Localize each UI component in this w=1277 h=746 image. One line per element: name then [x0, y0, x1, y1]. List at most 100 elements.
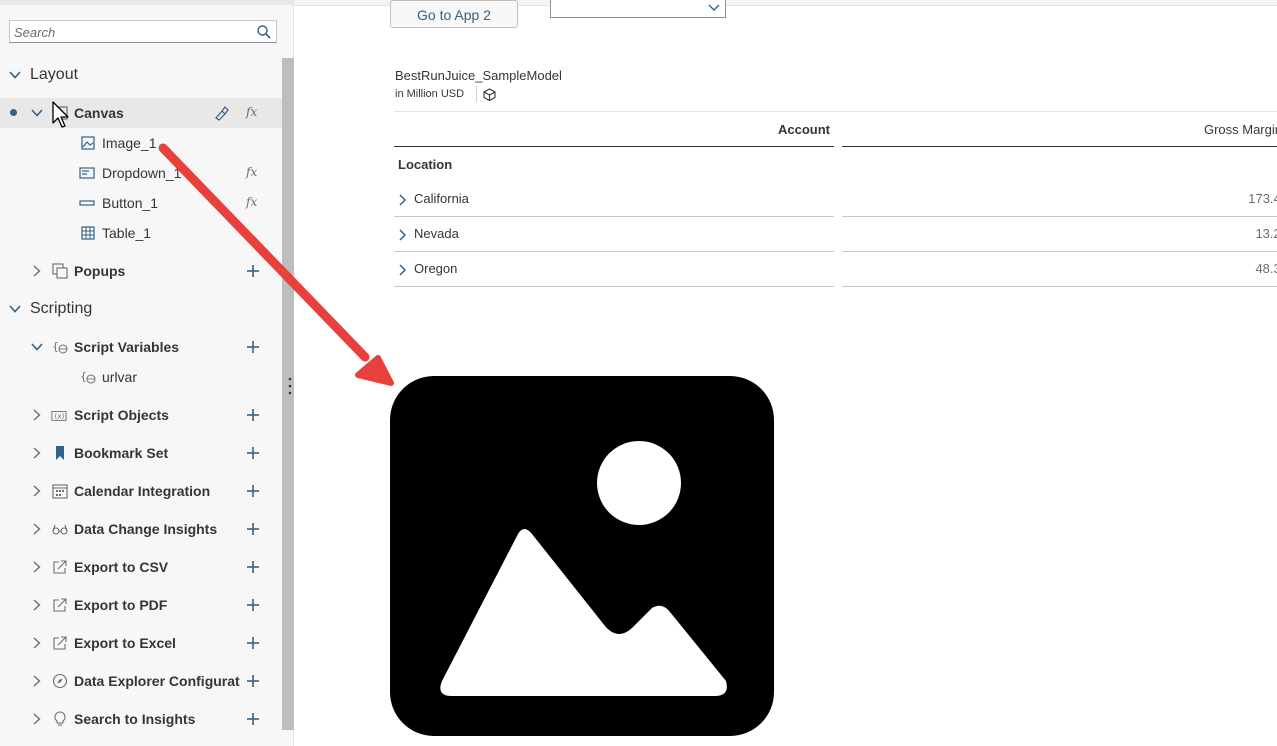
section-layout-label: Layout — [30, 66, 79, 83]
cell-value: 48.30 — [1255, 261, 1277, 276]
export-icon — [53, 636, 67, 650]
svg-text:(x): (x) — [55, 412, 65, 421]
tree-item-label: Popups — [74, 263, 126, 279]
chevron-right-icon[interactable] — [30, 560, 44, 574]
table-row[interactable]: California — [394, 182, 834, 217]
chevron-right-icon[interactable] — [398, 264, 408, 276]
global-variable-icon: { — [80, 370, 96, 384]
tree-item-label: Canvas — [74, 105, 124, 121]
chevron-down-icon[interactable] — [707, 1, 721, 15]
tree-item-canvas[interactable]: Canvas fx — [0, 102, 282, 124]
chevron-right-icon[interactable] — [30, 446, 44, 460]
table-row[interactable]: Oregon — [394, 252, 834, 287]
row-label: California — [414, 191, 469, 206]
table-cell[interactable]: 13.29 — [842, 217, 1277, 252]
add-icon[interactable] — [245, 263, 261, 279]
tree-item-urlvar[interactable]: { urlvar — [0, 366, 282, 388]
tree-item-data-change-insights[interactable]: Data Change Insights — [0, 518, 282, 540]
lightbulb-icon — [54, 711, 66, 726]
add-icon[interactable] — [245, 483, 261, 499]
tree-item-script-variables[interactable]: { Script Variables — [0, 336, 282, 358]
fx-script-icon[interactable]: fx — [246, 105, 257, 119]
add-icon[interactable] — [245, 445, 261, 461]
dropdown-widget[interactable] — [550, 0, 726, 18]
tree-item-label: Script Variables — [74, 339, 180, 355]
outline-panel: Layout Canvas fx Image_1 Dropdown_1 fx B… — [0, 0, 294, 746]
tree-item-button-1[interactable]: Button_1 fx — [0, 192, 282, 214]
add-icon[interactable] — [245, 711, 261, 727]
section-layout[interactable]: Layout — [0, 64, 282, 86]
tree-item-export-to-csv[interactable]: Export to CSV — [0, 556, 282, 578]
divider — [476, 86, 477, 102]
panel-top-bar — [0, 0, 294, 5]
table-title: BestRunJuice_SampleModel — [395, 68, 562, 83]
chevron-right-icon[interactable] — [30, 712, 44, 726]
add-icon[interactable] — [245, 673, 261, 689]
chevron-right-icon[interactable] — [30, 674, 44, 688]
script-object-icon: (x) — [51, 411, 67, 421]
chevron-down-icon[interactable] — [30, 340, 44, 354]
add-icon[interactable] — [245, 597, 261, 613]
tree-item-script-objects[interactable]: (x) Script Objects — [0, 404, 282, 426]
fx-script-icon[interactable]: fx — [246, 195, 257, 209]
tree-item-bookmark-set[interactable]: Bookmark Set — [0, 442, 282, 464]
table-cell[interactable]: 173.48 — [842, 182, 1277, 217]
tree-item-data-explorer-configuration[interactable]: Data Explorer Configurat — [0, 670, 282, 692]
search-icon[interactable] — [256, 24, 272, 40]
splitter-handle-icon[interactable] — [288, 376, 292, 396]
image-icon — [81, 136, 95, 150]
tree-item-export-to-excel[interactable]: Export to Excel — [0, 632, 282, 654]
add-icon[interactable] — [245, 521, 261, 537]
mouse-cursor-icon — [52, 101, 69, 128]
add-icon[interactable] — [245, 339, 261, 355]
search-field[interactable] — [9, 20, 277, 43]
tree-item-search-to-insights[interactable]: Search to Insights — [0, 708, 282, 730]
header-divider — [842, 146, 1277, 147]
chevron-right-icon[interactable] — [30, 598, 44, 612]
tree-item-dropdown-1[interactable]: Dropdown_1 fx — [0, 162, 282, 184]
table-cell[interactable]: 48.30 — [842, 252, 1277, 287]
tree-item-label: Data Explorer Configurat — [74, 673, 240, 689]
export-icon — [53, 598, 67, 612]
tree-item-label: Search to Insights — [74, 711, 196, 727]
add-icon[interactable] — [245, 559, 261, 575]
chevron-right-icon[interactable] — [30, 408, 44, 422]
chevron-right-icon[interactable] — [30, 522, 44, 536]
search-input[interactable] — [14, 24, 249, 40]
compass-icon — [52, 673, 68, 689]
fx-script-icon[interactable]: fx — [246, 165, 257, 179]
cell-value: 13.29 — [1255, 226, 1277, 241]
table-row[interactable]: Nevada — [394, 217, 834, 252]
tree-item-label: Table_1 — [102, 225, 152, 241]
styling-brush-icon[interactable] — [213, 105, 229, 121]
chevron-down-icon[interactable] — [30, 106, 44, 120]
chevron-down-icon[interactable] — [8, 68, 22, 82]
go-to-app-button[interactable]: Go to App 2 — [390, 0, 518, 28]
popup-icon — [52, 263, 68, 279]
tree-item-export-to-pdf[interactable]: Export to PDF — [0, 594, 282, 616]
chevron-right-icon[interactable] — [30, 636, 44, 650]
tree-item-label: Script Objects — [74, 407, 169, 423]
add-icon[interactable] — [245, 635, 261, 651]
header-divider — [394, 146, 834, 147]
chevron-right-icon[interactable] — [398, 229, 408, 241]
tree-item-table-1[interactable]: Table_1 — [0, 222, 282, 244]
global-variable-icon: { — [52, 340, 68, 354]
column-header-account: Account — [778, 122, 830, 137]
tree-item-calendar-integration[interactable]: Calendar Integration — [0, 480, 282, 502]
chevron-right-icon[interactable] — [30, 484, 44, 498]
tree-item-label: Export to PDF — [74, 597, 168, 613]
tree-item-label: Bookmark Set — [74, 445, 169, 461]
table-top-border — [394, 111, 1277, 112]
row-label: Nevada — [414, 226, 459, 241]
table-unit: in Million USD — [395, 88, 465, 100]
tree-item-image-1[interactable]: Image_1 — [0, 132, 282, 154]
image-widget-placeholder[interactable] — [390, 376, 774, 736]
chevron-down-icon[interactable] — [8, 302, 22, 316]
tree-item-label: Export to Excel — [74, 635, 176, 651]
chevron-right-icon[interactable] — [398, 194, 408, 206]
tree-item-popups[interactable]: Popups — [0, 260, 282, 282]
add-icon[interactable] — [245, 407, 261, 423]
section-scripting[interactable]: Scripting — [0, 298, 282, 320]
chevron-right-icon[interactable] — [30, 264, 44, 278]
